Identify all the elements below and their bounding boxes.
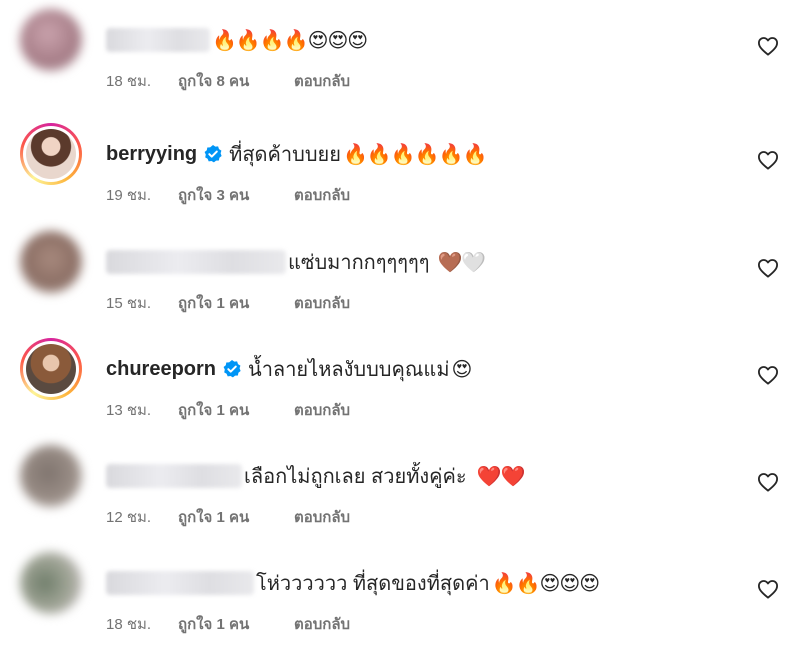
comment-emojis: ❤️❤️	[476, 465, 526, 488]
comment-likes-link[interactable]: ถูกใจ 1 คน	[178, 291, 294, 315]
reply-button[interactable]: ตอบกลับ	[294, 183, 350, 207]
reply-button[interactable]: ตอบกลับ	[294, 291, 350, 315]
comment-time: 13 ชม.	[106, 402, 152, 419]
comment-likes-link[interactable]: ถูกใจ 3 คน	[178, 183, 294, 207]
comment-text: ที่สุดค้าบบยย	[229, 144, 341, 166]
username-blurred[interactable]	[106, 571, 254, 595]
reply-button[interactable]: ตอบกลับ	[294, 505, 350, 529]
comment-list: 🔥🔥🔥🔥😍😍😍 18 ชม. ถูกใจ 8 คน ตอบกลับ berryy…	[0, 0, 800, 650]
verified-badge-icon	[204, 145, 222, 163]
comment-time: 15 ชม.	[106, 295, 152, 312]
comment-likes-link[interactable]: ถูกใจ 1 คน	[178, 612, 294, 636]
heart-outline-icon[interactable]	[757, 365, 779, 385]
username-blurred[interactable]	[106, 250, 286, 274]
heart-outline-icon[interactable]	[757, 258, 779, 278]
username[interactable]: berryying	[106, 143, 197, 166]
heart-outline-icon[interactable]	[757, 472, 779, 492]
heart-outline-icon[interactable]	[757, 36, 779, 56]
comment-emojis: 🤎🤍	[437, 251, 487, 274]
verified-badge-icon	[223, 360, 241, 378]
avatar[interactable]	[20, 445, 82, 507]
avatar-photo	[26, 344, 76, 394]
comment-likes-link[interactable]: ถูกใจ 1 คน	[178, 505, 294, 529]
username[interactable]: chureeporn	[106, 358, 216, 381]
avatar[interactable]	[20, 552, 82, 614]
heart-outline-icon[interactable]	[757, 150, 779, 170]
comment-time: 12 ชม.	[106, 509, 152, 526]
username-blurred[interactable]	[106, 28, 210, 52]
comment-item: berryying ที่สุดค้าบบยย 🔥🔥🔥🔥🔥🔥 19 ชม. ถู…	[0, 114, 800, 221]
comment-emojis: 🔥🔥🔥🔥🔥🔥	[342, 143, 487, 166]
comment-emojis: 🔥🔥😍😍😍	[491, 572, 600, 595]
comment-text: โห่วววววว ที่สุดของที่สุดค่า	[256, 573, 490, 595]
comment-time: 19 ชม.	[106, 187, 152, 204]
avatar[interactable]	[20, 231, 82, 293]
avatar[interactable]	[20, 123, 82, 185]
comment-item: chureeporn น้ำลายไหลงับบบคุณแม่ 😍 13 ชม.…	[0, 329, 800, 436]
comment-emojis: 😍	[451, 358, 473, 381]
reply-button[interactable]: ตอบกลับ	[294, 398, 350, 422]
avatar[interactable]	[20, 338, 82, 400]
comment-item: เลือกไม่ถูกเลย สวยทั้งคู่ค่ะ ❤️❤️ 12 ชม.…	[0, 436, 800, 543]
comment-item: 🔥🔥🔥🔥😍😍😍 18 ชม. ถูกใจ 8 คน ตอบกลับ	[0, 0, 800, 107]
reply-button[interactable]: ตอบกลับ	[294, 612, 350, 636]
comment-time: 18 ชม.	[106, 73, 152, 90]
comment-text: น้ำลายไหลงับบบคุณแม่	[248, 359, 450, 381]
comment-likes-link[interactable]: ถูกใจ 8 คน	[178, 69, 294, 93]
comment-likes-link[interactable]: ถูกใจ 1 คน	[178, 398, 294, 422]
comment-emojis: 🔥🔥🔥🔥😍😍😍	[212, 29, 368, 52]
username-blurred[interactable]	[106, 464, 242, 488]
heart-outline-icon[interactable]	[757, 579, 779, 599]
comment-text: เลือกไม่ถูกเลย สวยทั้งคู่ค่ะ	[244, 466, 467, 488]
comment-item: แซ่บมากกๆๆๆๆๆ 🤎🤍 15 ชม. ถูกใจ 1 คน ตอบกล…	[0, 222, 800, 329]
reply-button[interactable]: ตอบกลับ	[294, 69, 350, 93]
comment-text: แซ่บมากกๆๆๆๆๆ	[288, 252, 430, 274]
comment-time: 18 ชม.	[106, 616, 152, 633]
comment-item: โห่วววววว ที่สุดของที่สุดค่า 🔥🔥😍😍😍 18 ชม…	[0, 543, 800, 650]
avatar[interactable]	[20, 9, 82, 71]
avatar-photo	[26, 129, 76, 179]
